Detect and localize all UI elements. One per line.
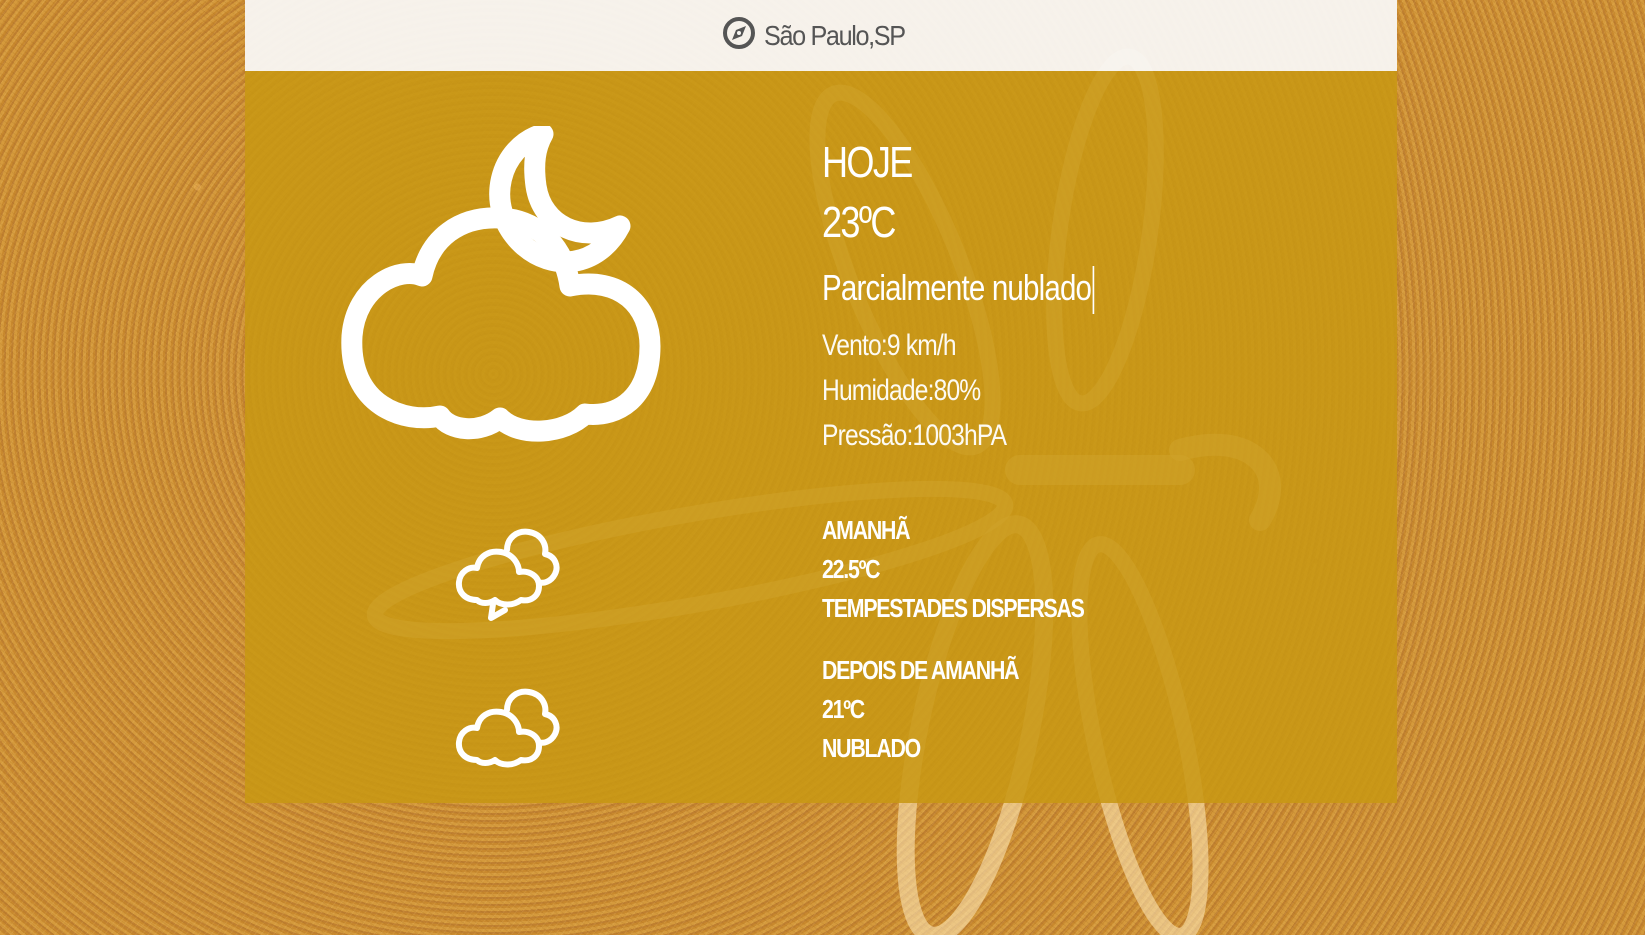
text-caret [1092,266,1095,315]
forecast-day-label: DEPOIS DE AMANHÃ [822,655,1020,685]
today-day-label: HOJE [822,138,913,187]
forecast-tomorrow: AMANHÃ 22.5ºC TEMPESTADES DISPERSAS [822,511,1141,628]
today-condition-text: Parcialmente nublado [822,267,1092,308]
clouds-icon [455,686,565,781]
today-info: HOJE 23ºC Parcialmente nublado Vento:9 k… [822,133,1154,458]
today-pressure: Pressão:1003hPA [822,419,1007,452]
forecast-temperature: 21ºC [822,694,865,724]
weather-panel: HOJE 23ºC Parcialmente nublado Vento:9 k… [245,71,1397,803]
today-wind: Vento:9 km/h [822,329,957,362]
forecast-condition: TEMPESTADES DISPERSAS [822,593,1085,623]
forecast-condition: NUBLADO [822,733,921,763]
compass-icon [722,16,756,55]
today-humidity: Humidade:80% [822,374,981,407]
today-temperature: 23ºC [822,198,896,247]
thunderstorm-cloud-icon [455,526,565,631]
forecast-day-after-tomorrow: DEPOIS DE AMANHÃ 21ºC NUBLADO [822,651,1061,768]
location-header: São Paulo,SP [245,0,1397,71]
cloud-moon-icon [330,123,690,451]
weather-card: São Paulo,SP HOJE 23ºC Parcialmente nubl… [245,0,1397,803]
forecast-temperature: 22.5ºC [822,554,881,584]
forecast-day-label: AMANHÃ [822,515,911,545]
today-condition: Parcialmente nublado [822,253,1095,323]
location-label: São Paulo,SP [763,19,906,51]
